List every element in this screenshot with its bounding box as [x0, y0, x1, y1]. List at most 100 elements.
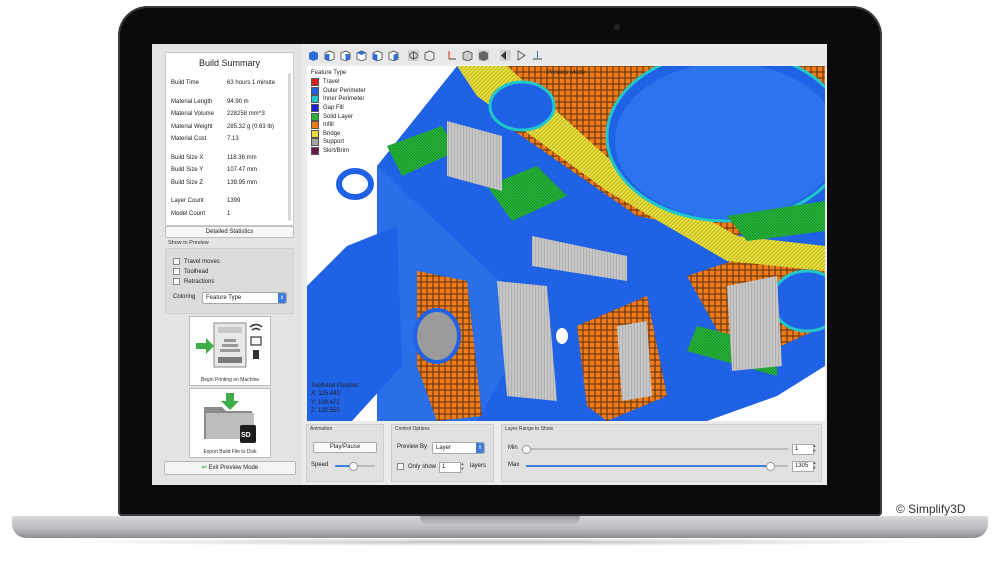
3d-viewport[interactable]: Feature Type Travel Outer Perimeter Inner …	[307, 66, 825, 421]
wireframe-icon[interactable]	[424, 50, 435, 61]
summary-key: Material Weight	[171, 123, 213, 130]
preview-by-value: Layer	[436, 445, 452, 451]
control-title: Control Options	[395, 426, 430, 432]
toolhead-checkbox[interactable]: Toolhead	[173, 268, 208, 275]
app-window: Build Summary Build Time 63 hours 1 minut…	[152, 44, 827, 485]
summary-row: Layer Count 1399	[171, 195, 286, 208]
view-top-icon[interactable]	[388, 50, 399, 61]
only-show-label: Only show	[408, 463, 437, 470]
legend-item: Bridge	[311, 129, 366, 139]
legend-label: Skirt/Brim	[323, 148, 349, 155]
speed-label: Speed	[311, 462, 329, 468]
checkbox-box[interactable]	[397, 463, 404, 470]
legend-swatch	[311, 78, 319, 87]
play-pause-button[interactable]: Play/Pause	[313, 442, 377, 453]
only-show-stepper[interactable]: ▲ ▼	[460, 461, 465, 471]
axes-icon[interactable]	[446, 50, 457, 61]
summary-key: Material Cost	[171, 136, 207, 143]
exit-preview-button[interactable]: ↩ Exit Preview Mode	[164, 461, 296, 475]
min-layer-slider[interactable]	[522, 445, 788, 454]
model-render[interactable]	[307, 66, 825, 421]
summary-value: 139.95 mm	[227, 179, 258, 186]
toolhead-y: Y: 108.472	[311, 399, 340, 406]
laptop-shadow	[40, 538, 960, 546]
summary-scrollbar[interactable]	[288, 73, 291, 221]
view-left-icon[interactable]	[356, 50, 367, 61]
legend-item: Skirt/Brim	[311, 147, 366, 156]
summary-key: Model Count	[171, 210, 206, 217]
max-layer-knob[interactable]	[766, 462, 776, 471]
summary-row: Material Cost 7.13	[171, 133, 286, 146]
summary-key: Build Size Y	[171, 167, 204, 174]
legend-item: Travel	[311, 78, 366, 87]
legend-item: Inner Perimeter	[311, 95, 366, 104]
preview-mode-label: Preview Mode	[547, 70, 586, 76]
view-front-icon[interactable]	[324, 50, 335, 61]
view-right-icon[interactable]	[372, 50, 383, 61]
summary-row: Model Count 1	[171, 208, 286, 221]
view-iso-icon[interactable]	[308, 50, 319, 61]
chevron-updown-icon: ⇕	[476, 443, 484, 453]
legend-swatch	[311, 147, 319, 156]
max-layer-input[interactable]: 1305	[792, 461, 814, 472]
preview-by-select[interactable]: Layer ⇕	[432, 442, 485, 454]
min-layer-stepper[interactable]: ▲ ▼	[812, 443, 817, 453]
summary-key: Material Volume	[171, 111, 215, 118]
only-show-checkbox[interactable]: Only show	[397, 463, 436, 470]
checkbox-box[interactable]	[173, 278, 180, 285]
retractions-checkbox[interactable]: Retractions	[173, 278, 214, 285]
cross-section-icon[interactable]	[516, 50, 527, 61]
max-layer-stepper[interactable]: ▲ ▼	[812, 460, 817, 470]
export-build-button[interactable]: SD Export Build File to Disk	[189, 388, 271, 458]
toolhead-x: X: 125.440	[311, 391, 341, 398]
legend-item: Support	[311, 138, 366, 147]
detailed-statistics-button[interactable]: Detailed Statistics	[165, 226, 294, 238]
checkbox-box[interactable]	[173, 258, 180, 265]
summary-value: 63 hours 1 minute	[227, 80, 276, 87]
travel-moves-checkbox[interactable]: Travel moves	[173, 258, 220, 265]
legend-label: Gap Fill	[323, 105, 344, 112]
coloring-label: Coloring	[173, 294, 196, 300]
camera	[614, 24, 620, 30]
summary-value: 285.32 g (0.63 lb)	[227, 123, 275, 130]
summary-row: Material Volume 228258 mm^3	[171, 108, 286, 121]
animation-panel: Animation Play/Pause Speed	[306, 424, 384, 482]
toolhead-position: Toolhead Position X: 125.440 Y: 108.472 …	[311, 382, 358, 416]
section-view-icon[interactable]	[500, 50, 511, 61]
summary-key: Material Length	[171, 98, 213, 105]
travel-moves-label: Travel moves	[184, 258, 220, 265]
center-view-icon[interactable]	[532, 50, 543, 61]
min-layer-knob[interactable]	[522, 445, 531, 454]
checkbox-box[interactable]	[173, 268, 180, 275]
layer-range-title: Layer Range to Show	[505, 426, 554, 432]
begin-printing-button[interactable]: Begin Printing on Machine	[189, 316, 271, 386]
max-layer-slider[interactable]	[526, 462, 788, 471]
speed-knob[interactable]	[349, 462, 358, 471]
legend-swatch	[311, 95, 319, 104]
folder-icon	[204, 393, 256, 443]
legend-swatch	[311, 112, 319, 121]
build-volume-icon[interactable]	[462, 50, 473, 61]
summary-key: Build Time	[171, 80, 200, 87]
only-show-input[interactable]: 1	[439, 462, 461, 473]
legend-label: Solid Layer	[323, 113, 354, 120]
feature-legend: Feature Type Travel Outer Perimeter Inner …	[311, 70, 366, 156]
coloring-select[interactable]: Feature Type ⇕	[202, 292, 287, 304]
control-options-panel: Control Options Preview By Layer ⇕ Only …	[391, 424, 494, 482]
solid-model-icon[interactable]	[478, 50, 489, 61]
summary-row: Material Length 94.90 m	[171, 96, 286, 109]
min-layer-input[interactable]: 1	[792, 444, 814, 455]
legend-item: Gap Fill	[311, 104, 366, 113]
retractions-label: Retractions	[184, 278, 215, 285]
perspective-icon[interactable]	[408, 50, 419, 61]
coloring-value: Feature Type	[206, 295, 242, 301]
legend-item: Outer Perimeter	[311, 86, 366, 96]
speed-slider[interactable]	[335, 462, 375, 471]
toolhead-label: Toolhead	[184, 268, 209, 275]
max-label: Max	[508, 462, 520, 468]
legend-swatch	[311, 104, 319, 113]
summary-key: Layer Count	[171, 198, 204, 205]
build-summary: Build Summary Build Time 63 hours 1 minut…	[165, 52, 294, 226]
view-back-icon[interactable]	[340, 50, 351, 61]
summary-value: 1399	[227, 198, 241, 205]
